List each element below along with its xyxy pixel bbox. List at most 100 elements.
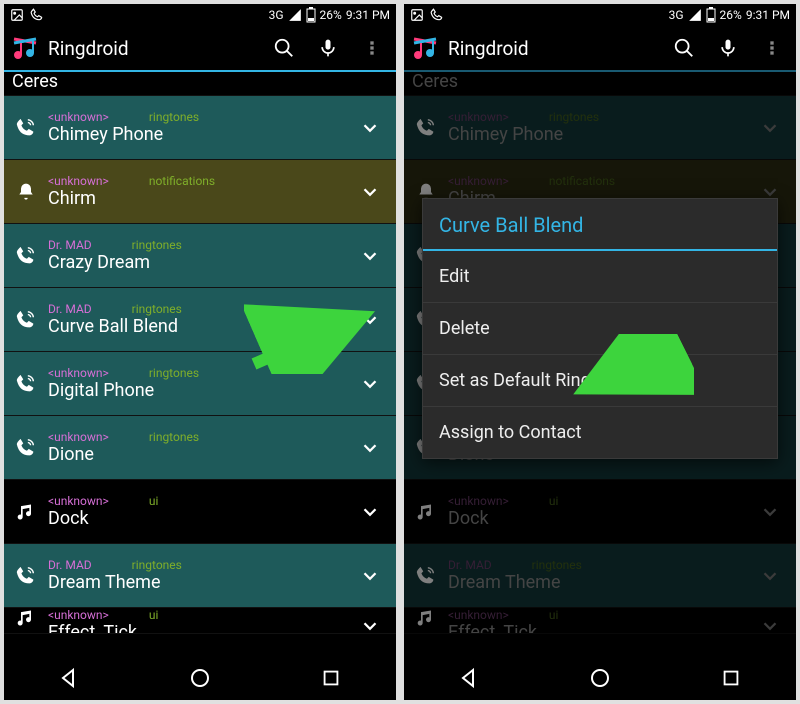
screenshot-left: 3G 26% 9:31 PM Ringdroid Ceres<unknown>r…	[4, 4, 396, 700]
nav-recent-button[interactable]	[701, 660, 761, 696]
app-bar: Ringdroid	[404, 26, 796, 70]
list-item[interactable]: <unknown>uiEffect_Tick	[4, 608, 396, 634]
expand-chevron-icon[interactable]	[352, 238, 388, 274]
expand-chevron-icon[interactable]	[352, 608, 388, 634]
app-bar: Ringdroid	[4, 26, 396, 70]
category-label: ringtones	[149, 366, 199, 380]
bell-icon	[12, 182, 40, 202]
clock: 9:31 PM	[346, 8, 390, 22]
app-title: Ringdroid	[448, 37, 658, 60]
battery-icon	[306, 7, 316, 23]
list-item-texts: <unknown> ringtonesDigital Phone	[48, 366, 352, 402]
category-label: ui	[149, 494, 159, 508]
status-bar: 3G 26% 9:31 PM	[4, 4, 396, 26]
dialog-menu-item[interactable]: Delete	[423, 302, 777, 354]
battery-pct: 26%	[320, 8, 342, 22]
list-item-texts: <unknown>ringtonesDione	[48, 430, 352, 466]
music-icon	[12, 502, 40, 522]
expand-chevron-icon[interactable]	[352, 174, 388, 210]
network-label: 3G	[269, 8, 284, 22]
list-item-texts: <unknown>uiEffect_Tick	[48, 608, 352, 634]
list-item-texts: Dr. MADringtonesCurve Ball Blend	[48, 302, 352, 338]
list-item[interactable]: <unknown> ringtonesDigital Phone	[4, 352, 396, 416]
clock: 9:31 PM	[746, 8, 790, 22]
dialog-menu-item[interactable]: Assign to Contact	[423, 406, 777, 458]
dialog-menu-item[interactable]: Set as Default Ringtone	[423, 354, 777, 406]
category-label: ringtones	[149, 110, 199, 124]
sound-name: Crazy Dream	[48, 252, 352, 274]
record-button[interactable]	[310, 30, 346, 66]
phone-icon	[430, 8, 444, 22]
list-item-texts: <unknown> uiDock	[48, 494, 352, 530]
list-item[interactable]: Dr. MADringtonesCurve Ball Blend	[4, 288, 396, 352]
search-button[interactable]	[666, 30, 702, 66]
overflow-menu-button[interactable]	[354, 30, 390, 66]
nav-home-button[interactable]	[170, 660, 230, 696]
artist-label: <unknown>	[48, 494, 109, 508]
artist-label: Dr. MAD	[48, 558, 92, 572]
nav-home-button[interactable]	[570, 660, 630, 696]
app-logo-icon	[410, 33, 440, 63]
battery-pct: 26%	[720, 8, 742, 22]
ringtone-icon	[12, 565, 40, 587]
music-icon	[12, 608, 40, 628]
expand-chevron-icon[interactable]	[352, 110, 388, 146]
sound-name: Effect_Tick	[48, 622, 352, 634]
ringtone-icon	[12, 437, 40, 459]
list-item[interactable]: <unknown>ringtonesDione	[4, 416, 396, 480]
list-item-texts: Dr. MADringtonesDream Theme	[48, 558, 352, 594]
screenshot-right: 3G 26% 9:31 PM Ringdroid Ceres<unknown>r…	[404, 4, 796, 700]
dialog-menu-item[interactable]: Edit	[423, 251, 777, 302]
ringtone-icon	[12, 309, 40, 331]
image-icon	[10, 8, 24, 22]
category-label: notifications	[149, 174, 215, 188]
record-button[interactable]	[710, 30, 746, 66]
expand-chevron-icon[interactable]	[352, 302, 388, 338]
sound-name: Chimey Phone	[48, 124, 352, 146]
image-icon	[410, 8, 424, 22]
sound-name: Digital Phone	[48, 380, 352, 402]
expand-chevron-icon[interactable]	[352, 430, 388, 466]
list-item[interactable]: <unknown>notificationsChirm	[4, 160, 396, 224]
expand-chevron-icon[interactable]	[352, 558, 388, 594]
sound-list[interactable]: Ceres<unknown>ringtonesChimey Phone<unkn…	[4, 72, 396, 634]
list-item[interactable]: Dr. MADringtonesDream Theme	[4, 544, 396, 608]
dialog-title: Curve Ball Blend	[423, 199, 777, 249]
list-item[interactable]: <unknown> ringtonesChimey Phone	[4, 96, 396, 160]
sound-name: Chirm	[48, 188, 352, 210]
signal-icon	[288, 8, 302, 22]
ringtone-icon	[12, 245, 40, 267]
sound-name: Dock	[48, 508, 352, 530]
sound-name: Ceres	[12, 72, 388, 93]
app-title: Ringdroid	[48, 37, 258, 60]
status-bar: 3G 26% 9:31 PM	[404, 4, 796, 26]
category-label: ringtones	[132, 238, 182, 252]
category-label: ringtones	[132, 302, 182, 316]
list-item[interactable]: <unknown> uiDock	[4, 480, 396, 544]
list-item-texts: <unknown> ringtonesChimey Phone	[48, 110, 352, 146]
list-item[interactable]: Ceres	[4, 72, 396, 96]
ringtone-icon	[12, 373, 40, 395]
list-item[interactable]: Dr. MAD ringtonesCrazy Dream	[4, 224, 396, 288]
nav-back-button[interactable]	[439, 660, 499, 696]
overflow-menu-button[interactable]	[754, 30, 790, 66]
category-label: ringtones	[132, 558, 182, 572]
list-item-texts: Ceres	[12, 72, 388, 93]
artist-label: <unknown>	[48, 430, 109, 444]
phone-icon	[30, 8, 44, 22]
battery-icon	[706, 7, 716, 23]
network-label: 3G	[669, 8, 684, 22]
artist-label: <unknown>	[48, 366, 109, 380]
nav-back-button[interactable]	[39, 660, 99, 696]
nav-recent-button[interactable]	[301, 660, 361, 696]
category-label: ui	[149, 608, 159, 622]
expand-chevron-icon[interactable]	[352, 366, 388, 402]
context-menu-dialog: Curve Ball Blend EditDeleteSet as Defaul…	[422, 198, 778, 459]
search-button[interactable]	[266, 30, 302, 66]
artist-label: Dr. MAD	[48, 238, 92, 252]
ringtone-icon	[12, 117, 40, 139]
nav-bar	[404, 656, 796, 700]
expand-chevron-icon[interactable]	[352, 494, 388, 530]
artist-label: <unknown>	[48, 110, 109, 124]
sound-name: Dione	[48, 444, 352, 466]
